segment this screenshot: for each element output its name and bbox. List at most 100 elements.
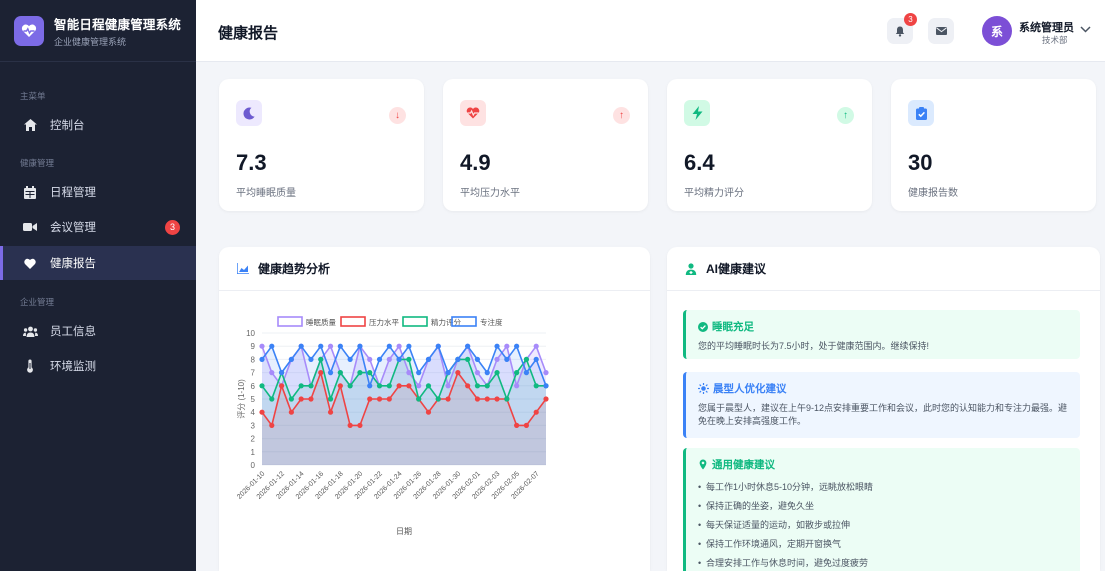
data-point — [298, 396, 304, 402]
data-point — [269, 396, 275, 402]
data-point — [337, 383, 343, 389]
stat-card-stress: ↑ 4.9 平均压力水平 — [443, 79, 648, 211]
data-point — [523, 370, 530, 376]
stat-label: 平均压力水平 — [460, 188, 520, 199]
data-point — [318, 356, 324, 362]
data-point — [465, 383, 471, 389]
data-point — [533, 343, 539, 349]
data-point — [533, 409, 539, 415]
data-point — [494, 343, 500, 349]
heart-icon — [22, 255, 38, 271]
sidebar-item-environment[interactable]: 环境监测 — [0, 349, 196, 383]
video-icon — [22, 219, 38, 235]
data-point — [259, 343, 265, 349]
list-item: 保持工作环境通风，定期开窗换气 — [698, 535, 1068, 554]
calendar-icon — [22, 184, 38, 200]
data-point — [288, 409, 294, 415]
data-point — [259, 356, 265, 362]
data-point — [474, 370, 481, 376]
data-point — [278, 370, 285, 376]
data-point — [465, 356, 471, 362]
users-icon — [22, 323, 38, 339]
data-point — [386, 383, 392, 389]
stat-card-energy: ↑ 6.4 平均精力评分 — [667, 79, 872, 211]
data-point — [337, 343, 343, 349]
avatar[interactable]: 系 — [982, 16, 1012, 46]
data-point — [435, 396, 441, 402]
y-tick-label: 0 — [251, 461, 256, 470]
user-name: 系统管理员 — [1019, 22, 1074, 34]
data-point — [269, 422, 275, 428]
sidebar-item-meetings[interactable]: 会议管理 3 — [0, 210, 196, 244]
health-trend-panel: 健康趋势分析 0 1 2 3 4 5 6 7 8 9 10 评分 (1-10) 2026-01-10 20… — [219, 247, 650, 571]
data-point — [514, 383, 520, 389]
sidebar-item-dashboard[interactable]: 控制台 — [0, 108, 196, 142]
page-title: 健康报告 — [218, 25, 279, 42]
advice-card-morning: 晨型人优化建议 您属于晨型人，建议在上午9-12点安排重要工作和会议，此时您的认… — [683, 372, 1080, 438]
sidebar-item-employees[interactable]: 员工信息 — [0, 314, 196, 348]
top-header: 健康报告 3 系 系统管理员 技术部 — [196, 0, 1105, 62]
y-tick-label: 9 — [251, 342, 256, 351]
data-point — [347, 383, 353, 389]
data-point — [474, 356, 481, 362]
data-point — [347, 356, 353, 362]
legend-label: 压力水平 — [369, 317, 399, 327]
stat-label: 平均精力评分 — [684, 188, 744, 199]
data-point — [367, 383, 373, 389]
data-point — [357, 422, 363, 428]
panel-title: 健康趋势分析 — [258, 262, 331, 276]
advice-title: 睡眠充足 — [712, 321, 754, 333]
messages-button[interactable] — [928, 18, 954, 44]
data-point — [327, 396, 334, 402]
data-point — [396, 356, 402, 362]
advice-title: 晨型人优化建议 — [713, 383, 787, 395]
y-tick-label: 2 — [251, 435, 256, 444]
data-point — [327, 409, 334, 415]
chevron-down-icon[interactable] — [1080, 26, 1091, 33]
thermometer-icon — [22, 358, 38, 374]
data-point — [425, 356, 432, 362]
y-tick-label: 4 — [251, 408, 256, 417]
data-point — [445, 396, 451, 402]
trend-up-icon: ↑ — [837, 107, 854, 124]
y-tick-label: 8 — [251, 355, 256, 364]
panel-title: AI健康建议 — [706, 262, 767, 276]
check-circle-icon — [698, 321, 708, 332]
notification-button[interactable]: 3 — [887, 13, 917, 44]
data-point — [376, 383, 383, 389]
y-tick-label: 3 — [251, 421, 256, 430]
data-point — [494, 396, 500, 402]
data-point — [269, 370, 275, 376]
data-point — [406, 356, 412, 362]
bolt-icon — [684, 100, 710, 126]
data-point — [406, 343, 412, 349]
data-point — [318, 343, 324, 349]
sidebar-item-label: 员工信息 — [50, 326, 96, 338]
data-point — [523, 356, 530, 362]
data-point — [533, 356, 539, 362]
data-point — [386, 356, 392, 362]
trend-up-icon: ↑ — [613, 107, 630, 124]
data-point — [337, 370, 343, 376]
legend-swatch — [402, 316, 428, 327]
data-point — [288, 396, 294, 402]
sidebar-item-label: 环境监测 — [50, 361, 96, 373]
data-point — [494, 370, 500, 376]
bell-icon — [895, 26, 905, 37]
data-point — [347, 422, 353, 428]
list-item: 保持正确的坐姿，避免久坐 — [698, 497, 1068, 516]
data-point — [474, 396, 481, 402]
data-point — [514, 370, 520, 376]
data-point — [298, 343, 304, 349]
panel-header: AI健康建议 — [667, 247, 1100, 291]
data-point — [494, 356, 500, 362]
advice-card-general: 通用健康建议 每工作1小时休息5-10分钟，远眺放松眼睛 保持正确的坐姿，避免久… — [683, 448, 1080, 571]
app-title: 智能日程健康管理系统 — [54, 17, 182, 32]
sidebar-item-health-report[interactable]: 健康报告 — [0, 246, 196, 280]
home-icon — [22, 117, 38, 133]
clipboard-check-icon — [908, 100, 934, 126]
sidebar-item-schedule[interactable]: 日程管理 — [0, 175, 196, 209]
ai-advice-panel: AI健康建议 睡眠充足 您的平均睡眠时长为7.5小时，处于健康范围内。继续保持!… — [667, 247, 1100, 571]
legend-swatch — [277, 316, 303, 327]
stat-card-reports: 30 健康报告数 — [891, 79, 1096, 211]
